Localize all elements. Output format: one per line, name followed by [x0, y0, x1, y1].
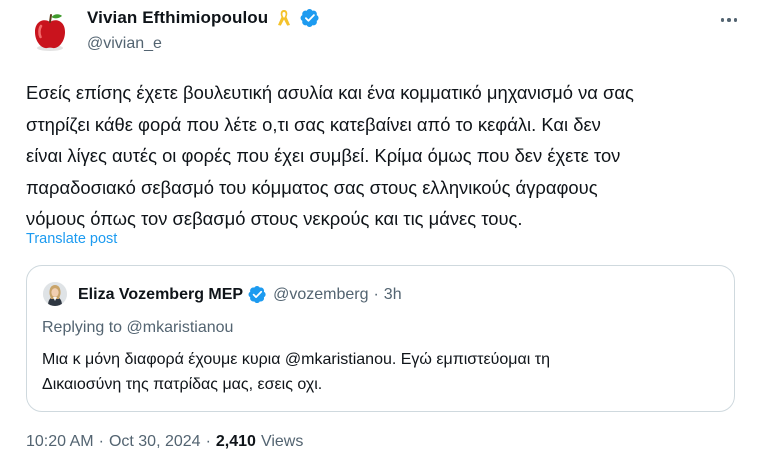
post-text-line: νόμους όπως τον σεβασμό στους νεκρούς κα… — [26, 208, 523, 229]
separator-dot: · — [98, 433, 104, 450]
quoted-post-text: Μια κ μόνη διαφορά έχουμε κυρια @mkarist… — [42, 347, 722, 397]
red-apple-icon — [28, 10, 72, 54]
more-dot — [720, 18, 725, 22]
quoted-text-line: Δικαιοσύνη της πατρίδας μας, εσεις οχι. — [42, 376, 323, 393]
post-text-line: είναι λίγες αυτές οι φορές που έχει συμβ… — [26, 145, 621, 166]
more-dot — [733, 18, 738, 22]
quoted-post-card[interactable]: Eliza Vozemberg MEP @vozemberg · 3h Repl… — [26, 265, 735, 412]
post-text: Εσείς επίσης έχετε βουλευτική ασυλία και… — [26, 77, 746, 235]
author-name-row: Vivian Efthimiopoulou — [87, 8, 320, 28]
post-meta: 10:20 AM · Oct 30, 2024 · 2,410 Views — [26, 433, 303, 451]
verified-badge-icon — [248, 285, 268, 305]
post-time[interactable]: 10:20 AM — [26, 433, 94, 451]
views-label: Views — [260, 433, 304, 450]
quoted-post-time: 3h — [383, 286, 402, 303]
replying-to-label: Replying to @mkaristianou — [42, 319, 234, 336]
translate-post-link[interactable]: Translate post — [26, 231, 117, 247]
views-count: 2,410 — [215, 433, 256, 450]
more-options-icon[interactable] — [716, 10, 742, 30]
quoted-author-avatar — [43, 282, 67, 306]
quoted-author-handle: @vozemberg — [273, 286, 369, 303]
author-handle[interactable]: @vivian_e — [87, 35, 162, 53]
author-display-name[interactable]: Vivian Efthimiopoulou — [87, 8, 268, 28]
post-text-line: Εσείς επίσης έχετε βουλευτική ασυλία και… — [26, 82, 634, 103]
quoted-author-row: Eliza Vozemberg MEP @vozemberg · 3h — [78, 285, 402, 305]
separator-dot: · — [205, 433, 211, 450]
post-date[interactable]: Oct 30, 2024 — [109, 433, 201, 451]
verified-badge-icon[interactable] — [300, 8, 320, 28]
person-photo-icon — [43, 282, 67, 306]
separator-dot: · — [373, 286, 379, 303]
yellow-ribbon-icon — [274, 8, 294, 28]
author-avatar[interactable] — [28, 10, 72, 54]
quoted-author-name: Eliza Vozemberg MEP — [78, 286, 244, 303]
post-text-line: παραδοσιακό σεβασμό του κόμματος σας στο… — [26, 176, 598, 198]
more-dot — [727, 18, 731, 22]
post-text-line: στηρίζει κάθε φορά που λέτε ο,τι σας κατ… — [26, 113, 601, 135]
quoted-text-line: Μια κ μόνη διαφορά έχουμε κυρια @mkarist… — [42, 351, 550, 368]
